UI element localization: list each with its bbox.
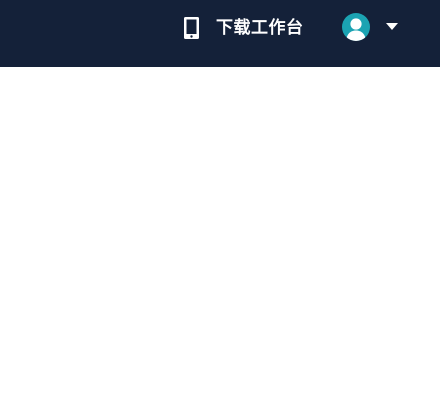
- download-workbench-button[interactable]: 下载工作台: [182, 14, 304, 42]
- user-menu[interactable]: [342, 13, 398, 41]
- user-avatar-icon[interactable]: [342, 13, 370, 41]
- download-workbench-label: 下载工作台: [216, 18, 304, 38]
- main-content-area: [0, 67, 440, 411]
- mobile-phone-icon: [184, 17, 199, 39]
- caret-down-icon[interactable]: [386, 23, 398, 31]
- top-navigation-bar: 下载工作台: [0, 0, 440, 67]
